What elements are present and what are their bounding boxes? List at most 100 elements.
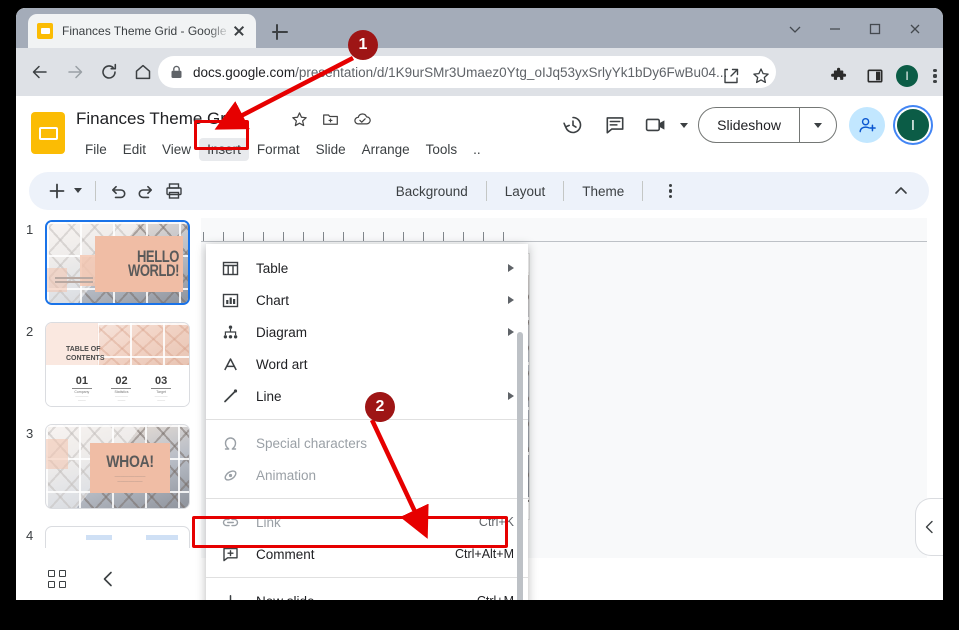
menu-item-new-slide[interactable]: New slide Ctrl+M xyxy=(206,585,528,600)
share-button[interactable] xyxy=(849,107,885,143)
menu-scrollbar[interactable] xyxy=(517,332,523,600)
star-icon[interactable] xyxy=(291,111,308,128)
submenu-arrow-icon xyxy=(508,264,514,272)
slide-thumbnail-1[interactable]: HELLO WORLD! xyxy=(45,220,190,305)
comment-history-icon[interactable] xyxy=(596,106,634,144)
menu-insert[interactable]: Insert xyxy=(199,138,249,161)
slide-thumbnail-4[interactable] xyxy=(45,526,190,548)
slideshow-label: Slideshow xyxy=(717,117,781,133)
slide-number: 1 xyxy=(26,222,34,237)
slideshow-dropdown[interactable] xyxy=(800,108,836,142)
animation-icon xyxy=(222,467,244,484)
share-icon[interactable] xyxy=(716,61,746,91)
chevron-down-icon[interactable] xyxy=(680,122,689,128)
item-label: Statistics xyxy=(114,390,129,394)
layout-button[interactable]: Layout xyxy=(495,184,556,199)
list-item: 02 Statistics ————— ——— xyxy=(111,375,132,403)
move-to-folder-icon[interactable] xyxy=(322,111,339,128)
undo-icon[interactable] xyxy=(104,177,132,205)
insert-dropdown-menu[interactable]: Table Chart Diagram Word art Line Specia… xyxy=(206,244,528,600)
list-item: 01 Company ————— ——— xyxy=(71,375,92,403)
extensions-icon[interactable] xyxy=(824,61,854,91)
reload-icon[interactable] xyxy=(95,58,123,86)
home-icon[interactable] xyxy=(129,58,157,86)
thumb-title: WHOA! xyxy=(106,451,154,471)
item-number: 01 xyxy=(75,375,88,387)
menu-divider xyxy=(206,577,528,578)
browser-tab[interactable]: Finances Theme Grid - Google Sli xyxy=(28,14,256,48)
avatar-initial: I xyxy=(910,116,916,134)
omega-icon xyxy=(222,435,244,452)
star-icon[interactable] xyxy=(746,61,776,91)
menu-divider xyxy=(206,419,528,420)
version-history-icon[interactable] xyxy=(554,106,592,144)
plus-icon[interactable] xyxy=(43,177,71,205)
chevron-down-icon[interactable] xyxy=(71,177,87,205)
side-panel-toggle[interactable] xyxy=(915,498,943,556)
slide-number: 2 xyxy=(26,324,34,339)
menu-format[interactable]: Format xyxy=(249,138,308,161)
theme-button[interactable]: Theme xyxy=(572,184,634,199)
document-title[interactable]: Finances Theme Grid xyxy=(76,109,239,129)
menu-item-label: Chart xyxy=(256,292,290,308)
menu-item-diagram[interactable]: Diagram xyxy=(206,316,528,348)
menu-view[interactable]: View xyxy=(154,138,199,161)
tab-strip: Finances Theme Grid - Google Sli xyxy=(16,8,943,48)
menu-more[interactable]: .. xyxy=(465,138,489,161)
slide-number: 4 xyxy=(26,528,34,543)
print-icon[interactable] xyxy=(160,177,188,205)
menu-slide[interactable]: Slide xyxy=(308,138,354,161)
thumb-title-box: HELLO WORLD! xyxy=(95,236,183,292)
menu-file[interactable]: File xyxy=(77,138,115,161)
window-controls xyxy=(775,17,935,41)
redo-icon[interactable] xyxy=(132,177,160,205)
menu-item-comment[interactable]: Comment Ctrl+Alt+M xyxy=(206,538,528,570)
profile-avatar[interactable]: I xyxy=(896,65,918,87)
menu-divider xyxy=(206,498,528,499)
slide-filmstrip[interactable]: 1 HELLO WORLD! 2 TABLE OF CONTENTS 01 Co… xyxy=(16,218,201,548)
list-item[interactable]: 3 WHOA! ——————————— ————————— xyxy=(16,422,201,524)
side-panel-icon[interactable] xyxy=(860,61,890,91)
forward-arrow-icon[interactable] xyxy=(61,58,89,86)
menu-item-link[interactable]: Link Ctrl+K xyxy=(206,506,528,538)
list-item[interactable]: 1 HELLO WORLD! xyxy=(16,218,201,320)
avatar[interactable]: I xyxy=(893,105,933,145)
annotation-badge-1: 1 xyxy=(348,30,378,60)
menu-item-label: Animation xyxy=(256,467,317,483)
list-item[interactable]: 2 TABLE OF CONTENTS 01 Company ————— ——— 02 S… xyxy=(16,320,201,422)
comment-icon xyxy=(222,546,244,563)
back-arrow-icon[interactable] xyxy=(26,58,54,86)
slideshow-button[interactable]: Slideshow xyxy=(698,107,837,143)
grid-view-icon[interactable] xyxy=(48,570,66,588)
close-icon[interactable] xyxy=(895,17,935,41)
more-vertical-icon[interactable] xyxy=(659,180,681,202)
kebab-menu-icon[interactable] xyxy=(924,65,943,87)
chevron-up-icon[interactable] xyxy=(887,177,915,205)
tab-title: Finances Theme Grid - Google Sli xyxy=(62,24,231,38)
menu-tools[interactable]: Tools xyxy=(418,138,466,161)
divider xyxy=(563,181,565,201)
slides-favicon xyxy=(37,23,53,39)
menu-item-animation[interactable]: Animation xyxy=(206,459,528,491)
maximize-icon[interactable] xyxy=(855,17,895,41)
list-item: 03 Target ————— ——— xyxy=(151,375,172,403)
new-tab-button[interactable] xyxy=(269,21,291,43)
close-icon[interactable] xyxy=(231,23,247,39)
menu-item-word-art[interactable]: Word art xyxy=(206,348,528,380)
google-slides-icon[interactable] xyxy=(31,112,65,154)
list-item[interactable]: 4 xyxy=(16,524,201,548)
slide-thumbnail-3[interactable]: WHOA! ——————————— ————————— xyxy=(45,424,190,509)
menu-arrange[interactable]: Arrange xyxy=(354,138,418,161)
minimize-icon[interactable] xyxy=(815,17,855,41)
menu-item-chart[interactable]: Chart xyxy=(206,284,528,316)
chevron-down-icon[interactable] xyxy=(775,17,815,41)
menu-item-special-characters[interactable]: Special characters xyxy=(206,427,528,459)
background-button[interactable]: Background xyxy=(386,184,478,199)
slide-thumbnail-2[interactable]: TABLE OF CONTENTS 01 Company ————— ——— 02 Sta… xyxy=(45,322,190,407)
menu-item-table[interactable]: Table xyxy=(206,252,528,284)
address-bar[interactable]: docs.google.com/presentation/d/1K9urSMr3… xyxy=(158,56,776,88)
chevron-left-icon[interactable] xyxy=(98,568,120,590)
meet-icon[interactable] xyxy=(638,106,676,144)
cloud-saved-icon[interactable] xyxy=(353,111,372,128)
menu-edit[interactable]: Edit xyxy=(115,138,154,161)
